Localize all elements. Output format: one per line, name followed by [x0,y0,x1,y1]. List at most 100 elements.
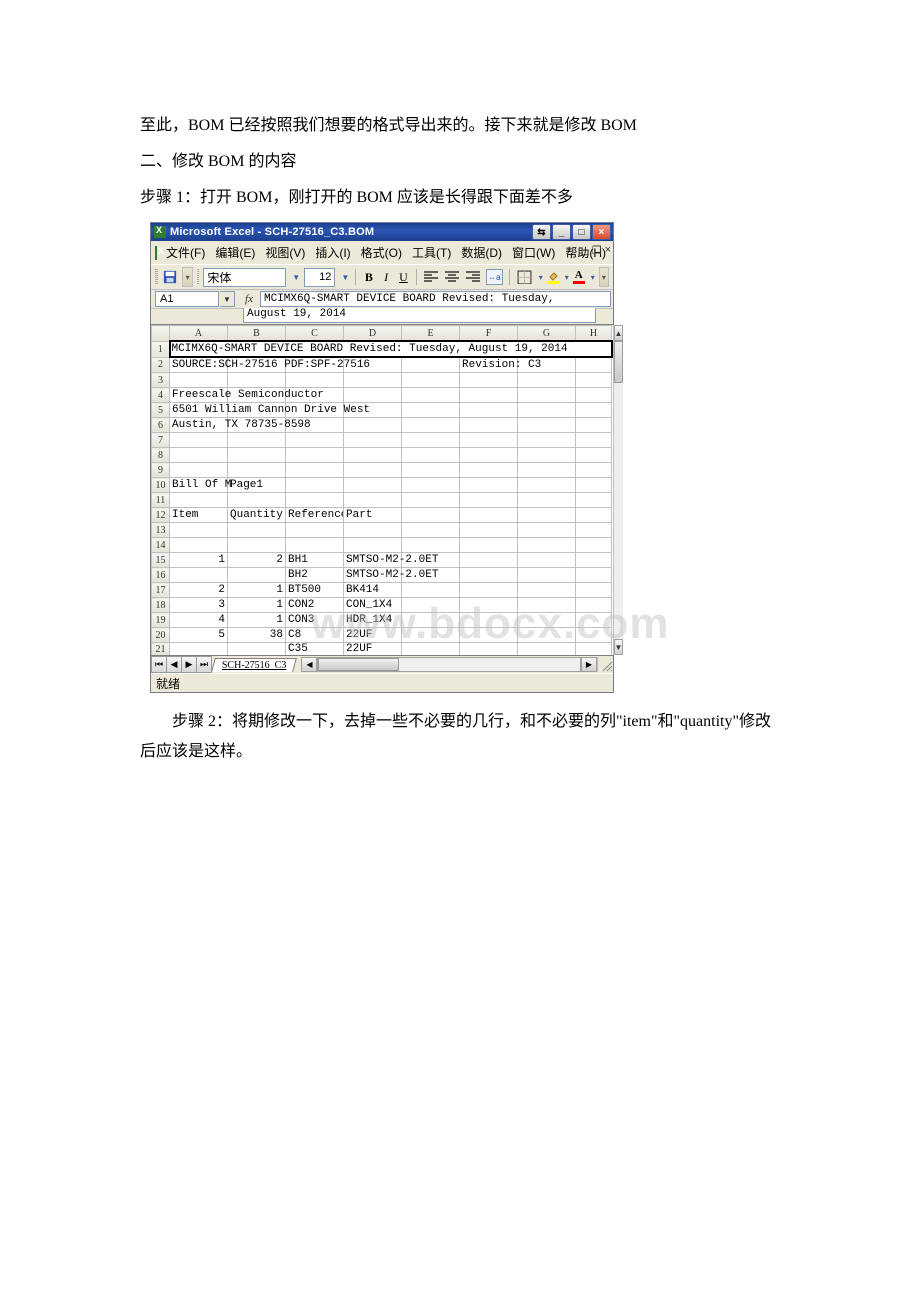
menu-edit[interactable]: 编辑(E) [210,243,260,262]
cell[interactable]: HDR_1X4 [344,613,402,628]
cell[interactable]: 6501 William Cannon Drive West [170,403,228,418]
cell[interactable] [228,373,286,388]
borders-button[interactable] [516,267,533,287]
cell[interactable] [170,433,228,448]
font-family-combo[interactable]: 宋体 [203,268,286,287]
font-color-button[interactable]: A [573,270,585,284]
italic-button[interactable]: I [379,270,392,285]
row-header[interactable]: 9 [152,463,170,478]
row-header[interactable]: 11 [152,493,170,508]
cell[interactable] [286,463,344,478]
cell[interactable]: 22UF [344,628,402,643]
column-header[interactable]: H [576,326,612,342]
row-header[interactable]: 19 [152,613,170,628]
tab-nav-next-icon[interactable]: ▶ [181,656,197,673]
cell[interactable] [576,628,612,643]
cell[interactable]: SMTSO-M2-2.0ET [344,568,402,583]
cell[interactable] [460,418,518,433]
select-all-corner[interactable] [152,326,170,342]
cell[interactable] [286,538,344,553]
cell[interactable]: BK414 [344,583,402,598]
cell[interactable] [228,538,286,553]
row-header[interactable]: 20 [152,628,170,643]
cell[interactable] [518,388,576,403]
cell[interactable] [518,478,576,493]
vertical-scrollbar[interactable]: ▲ ▼ [613,325,624,655]
cell[interactable] [518,523,576,538]
row-header[interactable]: 17 [152,583,170,598]
scroll-down-icon[interactable]: ▼ [614,639,624,655]
row-header[interactable]: 18 [152,598,170,613]
cell[interactable] [402,508,460,523]
cell[interactable] [518,598,576,613]
cell[interactable]: 4 [170,613,228,628]
cell[interactable] [286,523,344,538]
cell[interactable] [460,463,518,478]
row-header[interactable]: 8 [152,448,170,463]
cell[interactable] [170,373,228,388]
column-header[interactable]: E [402,326,460,342]
cell[interactable] [518,433,576,448]
cell[interactable] [460,403,518,418]
cell[interactable] [460,433,518,448]
cell[interactable] [518,538,576,553]
name-box-dropdown[interactable]: ▼ [220,291,235,307]
cell[interactable]: SMTSO-M2-2.0ET [344,553,402,568]
cell[interactable] [170,463,228,478]
row-header[interactable]: 10 [152,478,170,493]
cell[interactable] [170,643,228,656]
cell[interactable] [518,583,576,598]
cell[interactable]: 22UF [344,643,402,656]
cell[interactable] [344,523,402,538]
cell[interactable] [460,628,518,643]
cell[interactable] [228,463,286,478]
column-header[interactable]: G [518,326,576,342]
toolbar-grip[interactable] [197,269,200,285]
cell[interactable] [344,373,402,388]
menu-window[interactable]: 窗口(W) [507,243,560,262]
scroll-track[interactable] [614,341,624,639]
cell[interactable] [576,388,612,403]
cell[interactable]: Item [170,508,228,523]
formula-input-line2[interactable]: August 19, 2014 [243,308,596,323]
cell[interactable] [402,493,460,508]
row-header[interactable]: 7 [152,433,170,448]
cell[interactable] [344,493,402,508]
cell[interactable]: C8 [286,628,344,643]
cell[interactable] [576,448,612,463]
cell[interactable]: MCIMX6Q-SMART DEVICE BOARD Revised: Tues… [170,341,612,357]
scroll-left-icon[interactable]: ◀ [301,657,317,672]
scroll-thumb[interactable] [614,341,624,383]
menu-file[interactable]: 文件(F) [161,243,210,262]
cell[interactable] [460,553,518,568]
chevron-down-icon[interactable]: ▾ [565,273,569,282]
horizontal-scrollbar[interactable]: ◀ ▶ [301,657,597,672]
row-header[interactable]: 4 [152,388,170,403]
chevron-down-icon[interactable]: ▾ [591,273,595,282]
cell[interactable] [518,553,576,568]
cell[interactable]: 2 [228,553,286,568]
cell[interactable] [576,418,612,433]
tab-nav-first-icon[interactable]: ⏮ [151,656,167,673]
cell[interactable]: 3 [170,598,228,613]
cell[interactable]: 38 [228,628,286,643]
cell[interactable]: SOURCE:SCH-27516 PDF:SPF-27516 [170,357,228,373]
cell[interactable]: 1 [170,553,228,568]
menu-data[interactable]: 数据(D) [456,243,507,262]
cell[interactable]: 1 [228,613,286,628]
cell[interactable] [460,583,518,598]
fill-color-button[interactable] [547,271,559,284]
row-header[interactable]: 6 [152,418,170,433]
row-header[interactable]: 13 [152,523,170,538]
cell[interactable] [576,508,612,523]
cell[interactable] [518,568,576,583]
cell[interactable] [576,538,612,553]
fullscreen-toggle-icon[interactable]: ⇆ [532,224,551,240]
cell[interactable]: 2 [170,583,228,598]
cell[interactable]: Bill Of M [170,478,228,493]
cell[interactable] [460,373,518,388]
cell[interactable] [576,433,612,448]
toolbar-overflow-icon[interactable]: ▾ [599,267,609,287]
cell[interactable]: BH1 [286,553,344,568]
underline-button[interactable]: U [397,270,410,285]
